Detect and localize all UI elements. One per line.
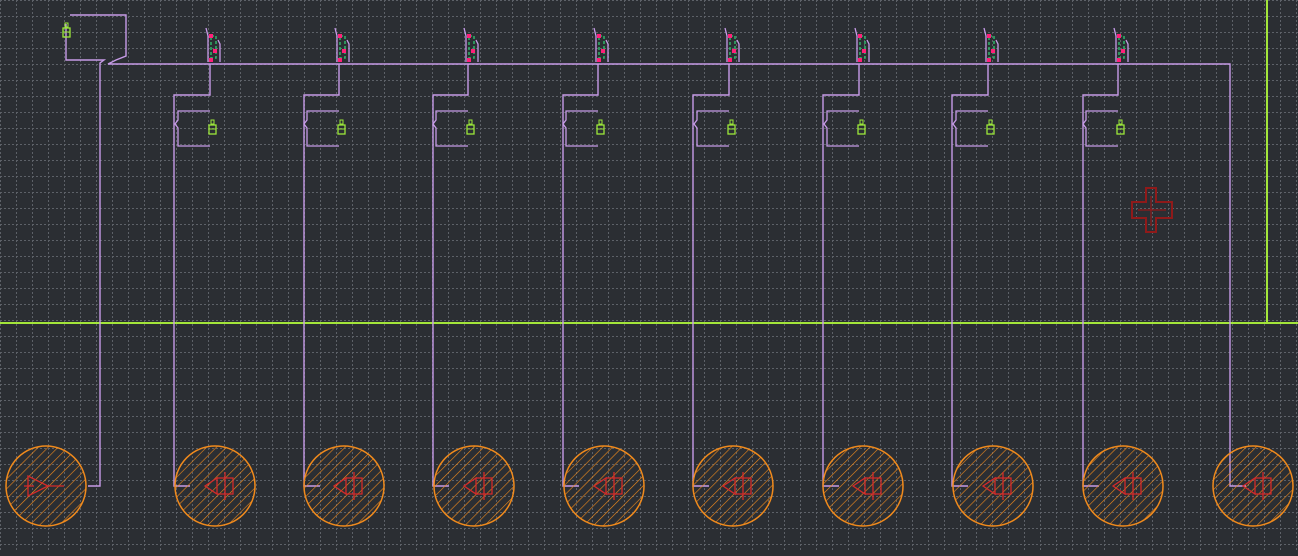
terminal-mid [862,49,866,53]
round-connector-icon [1082,445,1164,527]
terminal-bottom [209,58,213,62]
terminal-top [728,34,732,38]
round-connector-icon [174,445,256,527]
terminal-mid [471,49,475,53]
terminal-top [338,34,342,38]
round-connector-icon [433,445,515,527]
terminal-bottom [728,58,732,62]
schematic-drawing [0,0,1298,552]
terminal-mid [732,49,736,53]
terminal-mid [1121,49,1125,53]
round-connector-icon [563,445,645,527]
terminal-top [467,34,471,38]
schematic-canvas[interactable] [0,0,1298,552]
round-connector-icon [952,445,1034,527]
round-connector-icon [303,445,385,527]
terminal-mid [601,49,605,53]
round-connector-icon [1212,445,1294,527]
terminal-top [209,34,213,38]
terminal-mid [342,49,346,53]
terminal-bottom [597,58,601,62]
terminal-top [597,34,601,38]
terminal-bottom [338,58,342,62]
terminal-top [858,34,862,38]
terminal-bottom [858,58,862,62]
terminal-mid [213,49,217,53]
terminal-bottom [1117,58,1121,62]
terminal-top [1117,34,1121,38]
supply-connector [5,445,87,527]
terminal-bottom [987,58,991,62]
round-connector-icon [822,445,904,527]
terminal-bottom [467,58,471,62]
round-connector-icon [692,445,774,527]
terminal-top [987,34,991,38]
terminal-mid [991,49,995,53]
